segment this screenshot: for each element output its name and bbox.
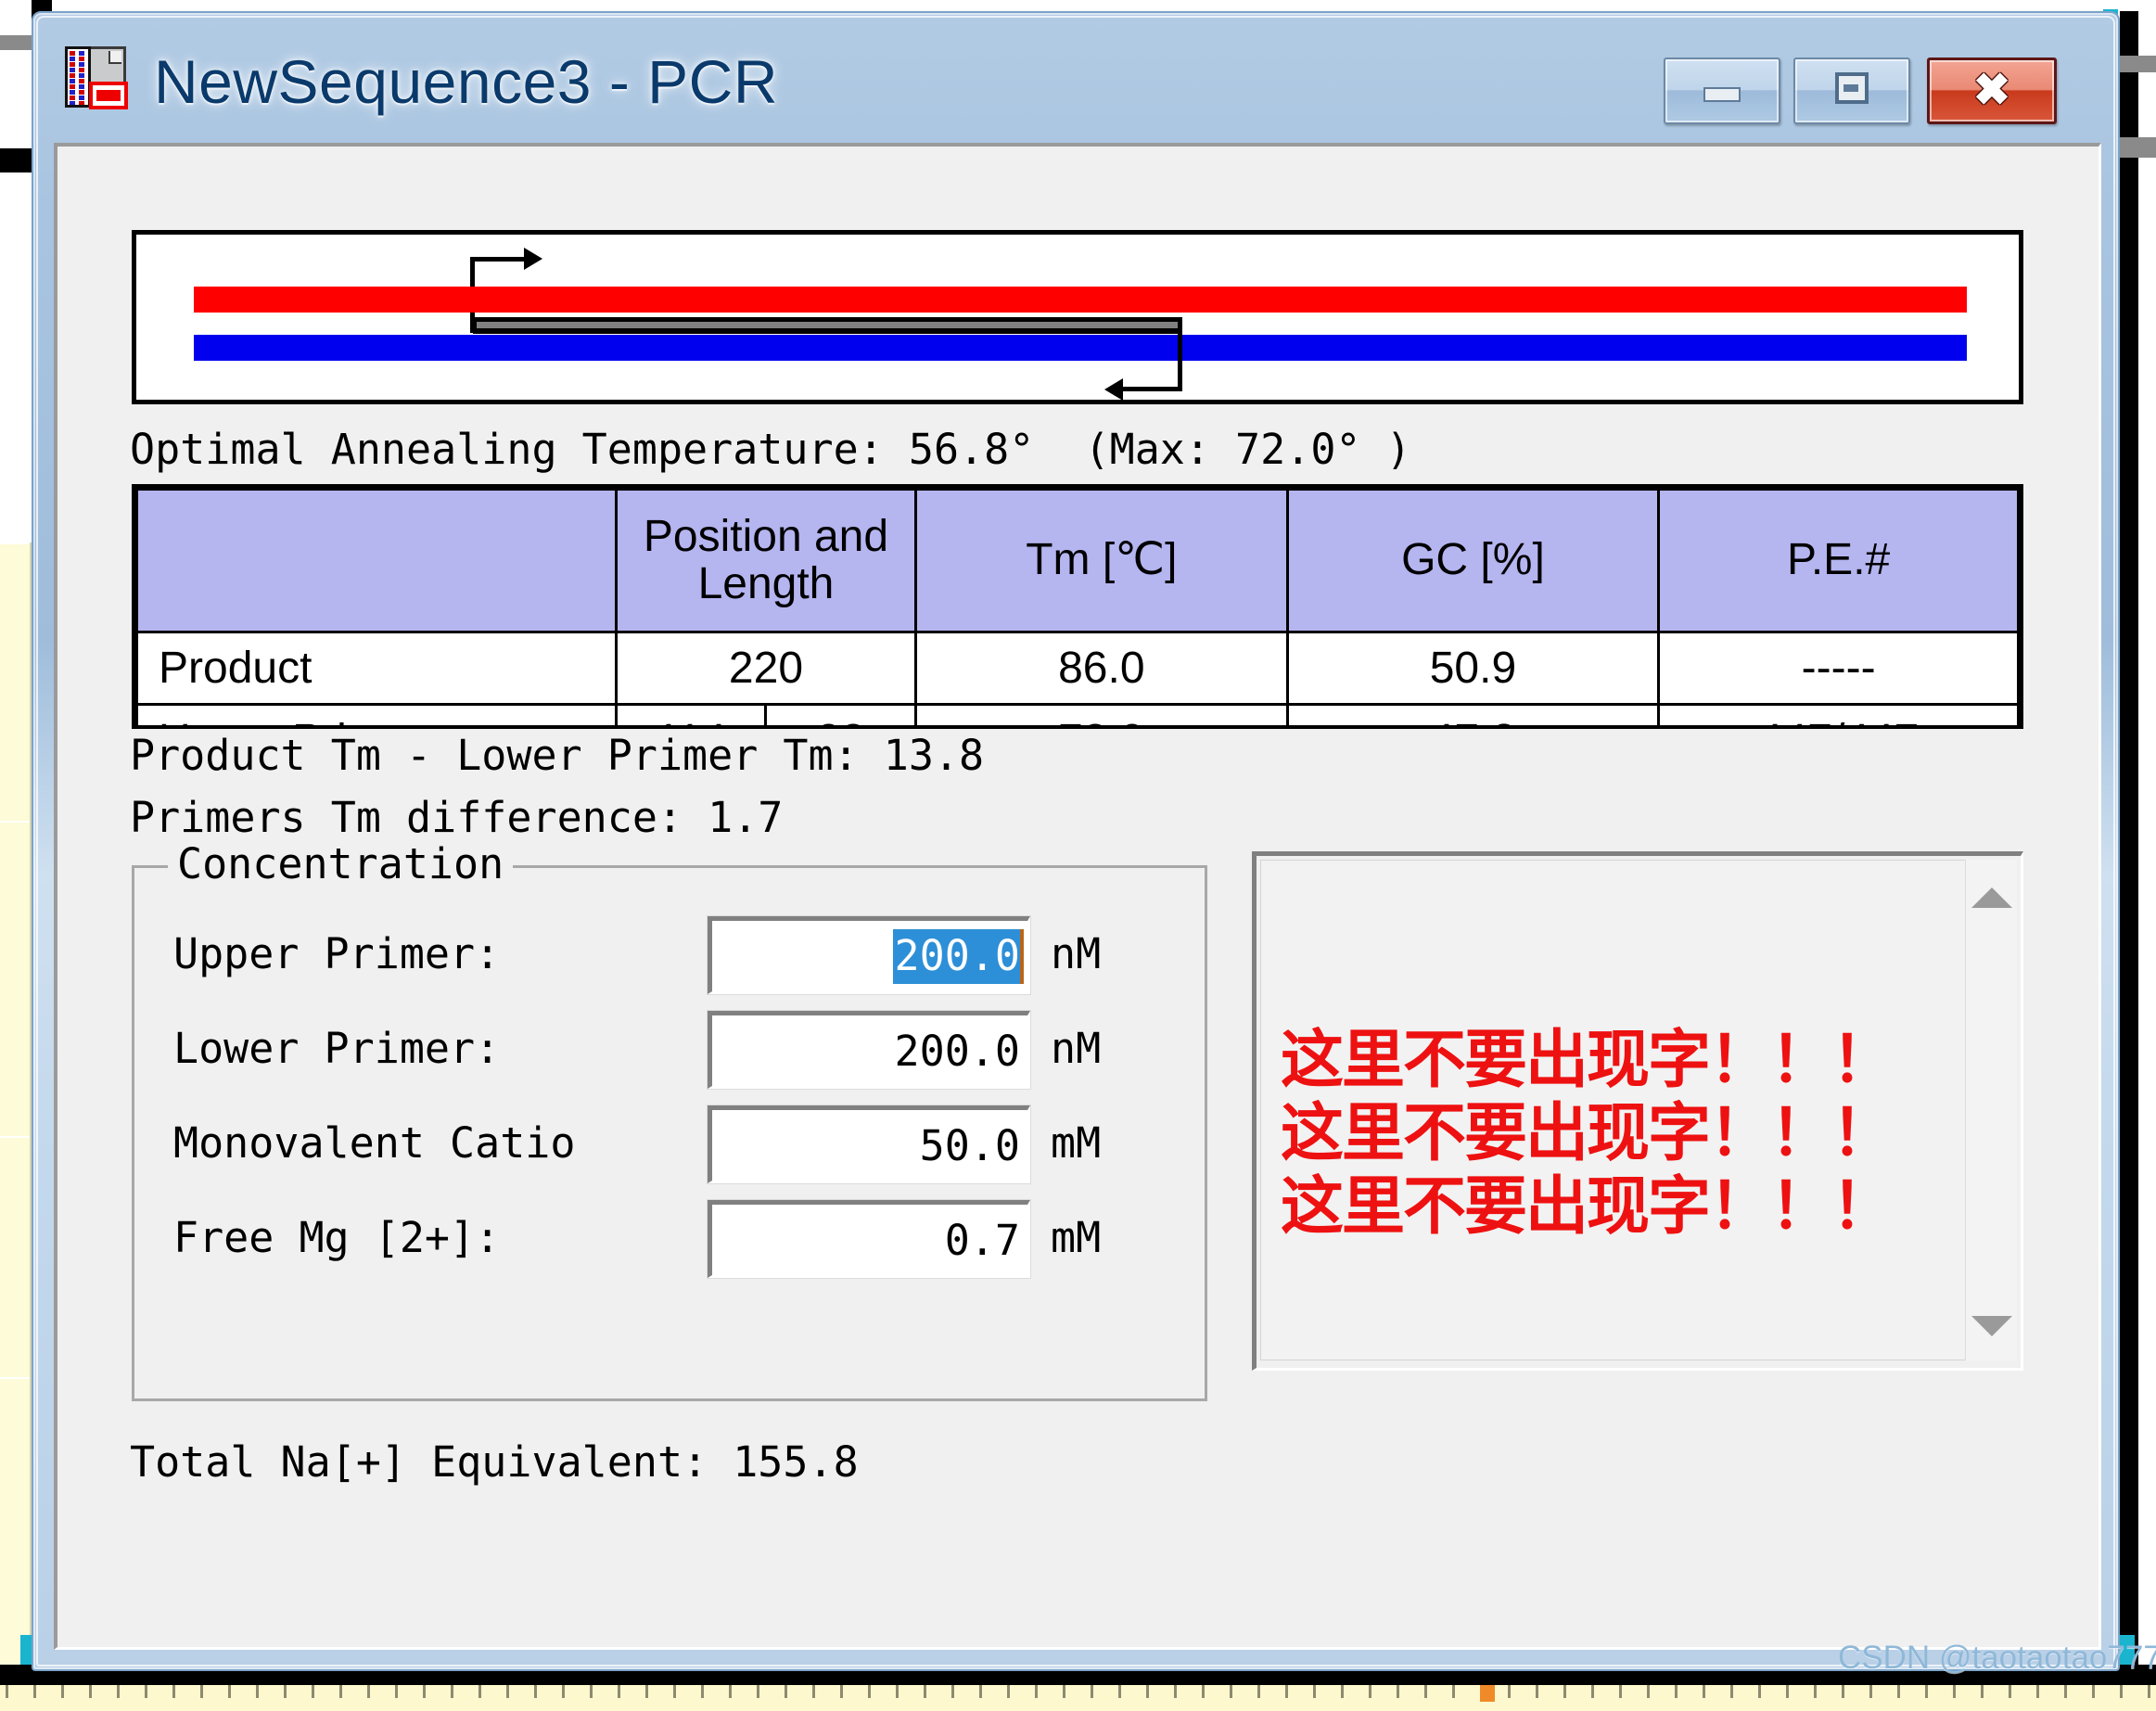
lower-primer-input[interactable]: 200.0	[708, 1011, 1030, 1089]
free-mg-row: Free Mg [2+]: 0.7 mM	[134, 1200, 1205, 1289]
cell-position: 220	[614, 631, 918, 706]
upper-primer-arrow-icon	[524, 248, 542, 270]
cell-pe: -----	[1657, 631, 2020, 706]
pcr-window: NewSequence3 - PCR ✖ Optimal Annealing T…	[32, 11, 2120, 1671]
cell-gc: 50.9	[1285, 631, 1661, 706]
header-tm: Tm [℃]	[914, 488, 1289, 633]
icon-gel-lanes	[65, 46, 91, 108]
lower-primer-value: 200.0	[894, 1026, 1020, 1076]
monovalent-cation-input[interactable]: 50.0	[708, 1105, 1030, 1183]
annotation-overlay: 这里不要出现字！！！ 这里不要出现字！！！ 这里不要出现字！！！	[1281, 1024, 2028, 1245]
product-bar	[473, 317, 1182, 334]
maximize-icon	[1835, 72, 1869, 105]
annotation-line: 这里不要出现字！！！	[1281, 1169, 1894, 1244]
close-icon: ✖	[1972, 66, 2011, 115]
watermark: CSDN @taotaotao7777777	[1838, 1640, 2156, 1676]
background-ruler-strip	[0, 1685, 2156, 1711]
free-mg-value: 0.7	[944, 1215, 1020, 1265]
cell-name: Product	[135, 631, 618, 706]
monovalent-cation-value: 50.0	[919, 1120, 1020, 1170]
optimal-annealing-temperature: Optimal Annealing Temperature: 56.8° (Ma…	[130, 425, 1411, 474]
header-position-and-length: Position and Length	[614, 488, 918, 633]
window-client-area: Optimal Annealing Temperature: 56.8° (Ma…	[54, 143, 2101, 1650]
table-header-row: Position and Length Tm [℃] GC [%] P.E.#	[135, 488, 2020, 633]
cell-position: 114	[614, 703, 768, 725]
free-mg-unit: mM	[1051, 1213, 1102, 1262]
lower-primer-concentration-row: Lower Primer: 200.0 nM	[134, 1011, 1205, 1100]
monovalent-cation-unit: mM	[1051, 1118, 1102, 1168]
lower-primer-stem	[1178, 317, 1182, 391]
annotation-line: 这里不要出现字！！！	[1281, 1024, 1894, 1097]
primer-results-table: Position and Length Tm [℃] GC [%] P.E.# P…	[132, 484, 2023, 729]
free-mg-label: Free Mg [2+]:	[173, 1213, 501, 1262]
upper-primer-input[interactable]: 200.0	[708, 916, 1030, 994]
cell-gc: 47.8	[1285, 703, 1661, 725]
upper-primer-unit: nM	[1051, 929, 1102, 978]
annotation-line: 这里不要出现字！！！	[1281, 1096, 1894, 1170]
header-name	[135, 488, 618, 633]
pcr-amplicon-diagram	[132, 230, 2023, 404]
monovalent-cation-label: Monovalent Catio	[173, 1118, 576, 1168]
primers-tm-difference: Primers Tm difference: 1.7	[130, 793, 784, 842]
concentration-group-label: Concentration	[168, 839, 514, 888]
table-row[interactable]: Upper Primer 114 23 73.9 47.8 447/447	[135, 703, 2020, 725]
scroll-down-arrow-icon[interactable]	[1971, 1316, 2012, 1336]
background-frame-tab-right-upper	[2120, 56, 2156, 72]
total-na-equivalent: Total Na[+] Equivalent: 155.8	[130, 1437, 859, 1487]
concentration-group: Concentration Upper Primer: 200.0 nM Low…	[132, 839, 1207, 1401]
cell-tm: 73.9	[914, 703, 1289, 725]
minimize-button[interactable]	[1664, 57, 1780, 124]
minimize-icon	[1703, 87, 1741, 103]
scroll-up-arrow-icon[interactable]	[1971, 887, 2012, 908]
header-pe: P.E.#	[1657, 488, 2020, 633]
background-document-page	[0, 543, 32, 1679]
lower-primer-arm	[1121, 387, 1182, 391]
upper-primer-value: 200.0	[892, 928, 1020, 984]
cell-pe: 447/447	[1657, 703, 2020, 725]
icon-red-marker	[89, 82, 128, 109]
upper-primer-concentration-row: Upper Primer: 200.0 nM	[134, 916, 1205, 1005]
lower-primer-unit: nM	[1051, 1024, 1102, 1073]
notes-panel: 这里不要出现字！！！ 这里不要出现字！！！ 这里不要出现字！！！	[1252, 851, 2023, 1371]
background-window-frame-right	[2120, 11, 2138, 1680]
desktop-background: NewSequence3 - PCR ✖ Optimal Annealing T…	[0, 0, 2156, 1711]
sequence-document-icon	[63, 45, 134, 115]
cell-length: 23	[764, 703, 917, 725]
icon-page-fold	[108, 51, 121, 64]
table-row[interactable]: Product 220 86.0 50.9 -----	[135, 631, 2020, 706]
free-mg-input[interactable]: 0.7	[708, 1200, 1030, 1278]
upper-strand-bar	[194, 287, 1967, 313]
upper-primer-arm	[470, 257, 529, 262]
upper-primer-label: Upper Primer:	[173, 929, 501, 978]
product-tm-minus-lower-primer-tm: Product Tm - Lower Primer Tm: 13.8	[130, 731, 985, 780]
lower-primer-arrow-icon	[1104, 378, 1123, 401]
title-bar[interactable]: NewSequence3 - PCR ✖	[33, 13, 2118, 143]
monovalent-cation-row: Monovalent Catio 50.0 mM	[134, 1105, 1205, 1194]
close-button[interactable]: ✖	[1927, 57, 2057, 124]
window-title: NewSequence3 - PCR	[154, 47, 778, 116]
cell-name: Upper Primer	[135, 703, 618, 725]
background-frame-tab-right-lower	[2120, 137, 2156, 158]
maximize-button[interactable]	[1793, 57, 1910, 124]
lower-strand-bar	[194, 335, 1967, 361]
header-gc: GC [%]	[1285, 488, 1661, 633]
cell-tm: 86.0	[914, 631, 1289, 706]
lower-primer-label: Lower Primer:	[173, 1024, 501, 1073]
